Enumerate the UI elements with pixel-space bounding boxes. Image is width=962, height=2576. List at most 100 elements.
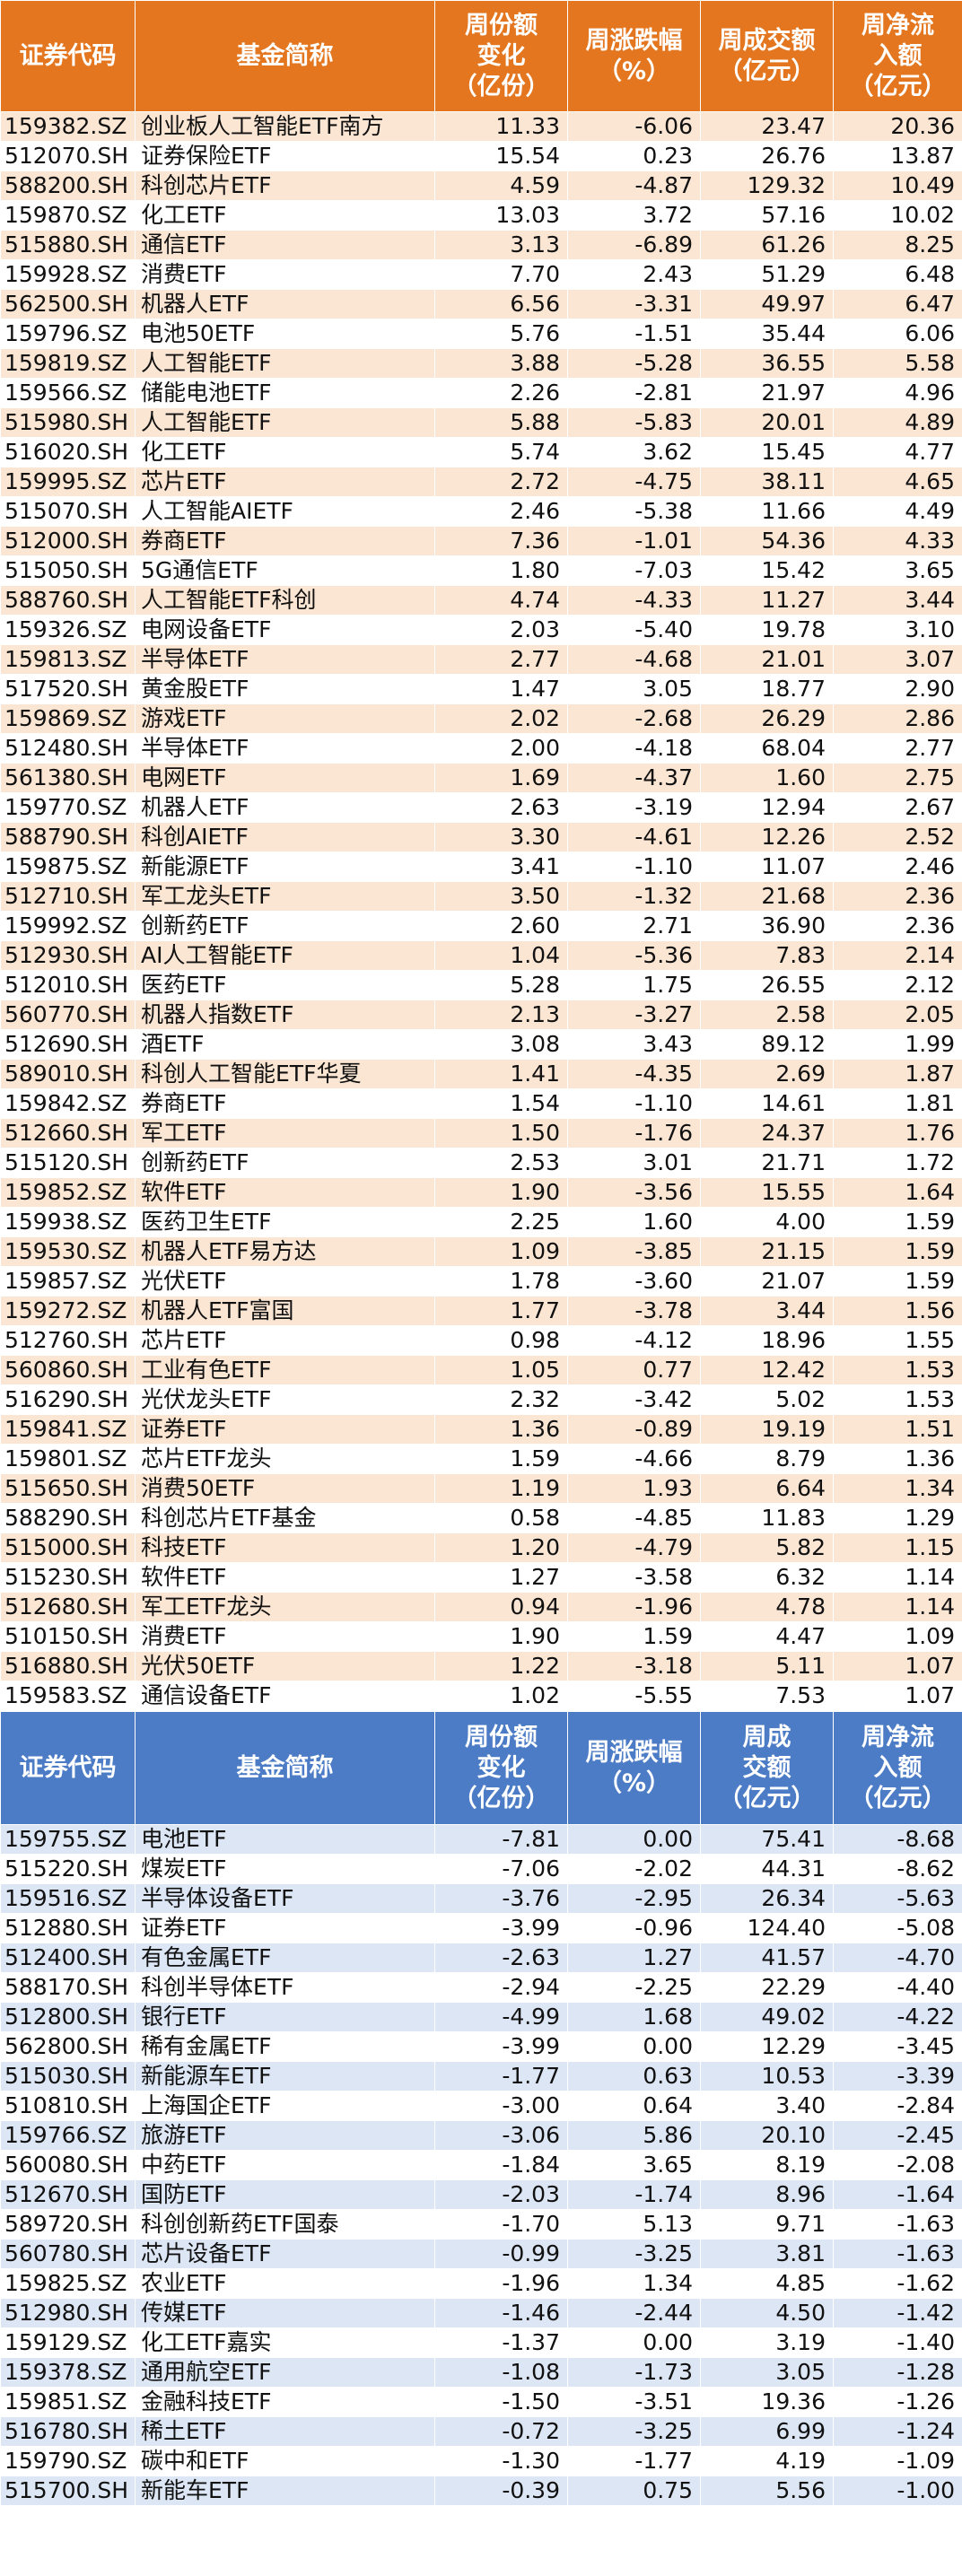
weekly-turnover-cell: 5.02 [700, 1384, 834, 1415]
weekly-change-pct-cell: -6.06 [567, 111, 701, 142]
weekly-change-pct-cell: -3.18 [567, 1651, 701, 1681]
share-change-cell: -7.06 [434, 1854, 568, 1884]
security-code-cell: 562800.SH [0, 2031, 136, 2062]
security-code-cell: 515880.SH [0, 230, 136, 260]
share-change-cell: 3.13 [434, 230, 568, 260]
security-code-cell: 512010.SH [0, 970, 136, 1000]
security-code-cell: 517520.SH [0, 674, 136, 704]
weekly-change-pct-cell: -3.19 [567, 792, 701, 823]
fund-name-cell: 酒ETF [135, 1029, 435, 1060]
security-code-cell: 560080.SH [0, 2150, 136, 2180]
net-inflow-cell: 20.36 [833, 111, 962, 142]
fund-name-cell: 有色金属ETF [135, 1943, 435, 1973]
fund-name-cell: 碳中和ETF [135, 2446, 435, 2476]
fund-name-cell: 人工智能ETF [135, 407, 435, 438]
net-inflow-cell: 1.51 [833, 1414, 962, 1445]
share-change-cell: 2.02 [434, 703, 568, 734]
table-row: 159938.SZ 医药卫生ETF 2.25 1.60 4.00 1.59 [0, 1207, 962, 1237]
weekly-change-pct-cell: -0.96 [567, 1913, 701, 1943]
net-inflow-cell: 2.12 [833, 970, 962, 1000]
share-change-cell: -0.99 [434, 2239, 568, 2269]
weekly-change-pct-cell: 5.13 [567, 2209, 701, 2240]
fund-name-cell: 人工智能ETF科创 [135, 585, 435, 616]
security-code-cell: 560780.SH [0, 2239, 136, 2269]
weekly-change-pct-cell: -3.27 [567, 1000, 701, 1030]
fund-name-cell: 半导体ETF [135, 733, 435, 764]
fund-name-cell: 传媒ETF [135, 2298, 435, 2328]
security-code-cell: 515030.SH [0, 2061, 136, 2091]
weekly-turnover-cell: 2.58 [700, 1000, 834, 1030]
security-code-cell: 561380.SH [0, 763, 136, 793]
table-row: 561380.SH 电网ETF 1.69 -4.37 1.60 2.75 [0, 763, 962, 793]
header-fund-name: 基金简称 [135, 0, 435, 112]
security-code-cell: 512800.SH [0, 2002, 136, 2032]
weekly-change-pct-cell: -3.78 [567, 1296, 701, 1326]
weekly-turnover-cell: 21.97 [700, 378, 834, 408]
fund-name-cell: 创新药ETF [135, 911, 435, 941]
table-row: 515050.SH 5G通信ETF 1.80 -7.03 15.42 3.65 [0, 555, 962, 586]
security-code-cell: 159928.SZ [0, 259, 136, 290]
weekly-change-pct-cell: 3.62 [567, 437, 701, 467]
fund-name-cell: 通用航空ETF [135, 2357, 435, 2388]
weekly-change-pct-cell: -1.74 [567, 2179, 701, 2210]
table-row: 516290.SH 光伏龙头ETF 2.32 -3.42 5.02 1.53 [0, 1384, 962, 1415]
security-code-cell: 512690.SH [0, 1029, 136, 1060]
net-inflow-cell: -5.08 [833, 1913, 962, 1943]
fund-name-cell: 软件ETF [135, 1562, 435, 1593]
net-inflow-cell: -3.39 [833, 2061, 962, 2091]
weekly-turnover-cell: 6.99 [700, 2416, 834, 2447]
net-inflow-cell: 2.46 [833, 851, 962, 882]
fund-name-cell: 黄金股ETF [135, 674, 435, 704]
fund-name-cell: 稀有金属ETF [135, 2031, 435, 2062]
table-row: 159790.SZ 碳中和ETF -1.30 -1.77 4.19 -1.09 [0, 2446, 962, 2476]
table-row: 159813.SZ 半导体ETF 2.77 -4.68 21.01 3.07 [0, 644, 962, 675]
net-inflow-cell: -1.63 [833, 2239, 962, 2269]
weekly-turnover-cell: 1.60 [700, 763, 834, 793]
weekly-change-pct-cell: -1.32 [567, 881, 701, 912]
net-inflow-cell: 3.65 [833, 555, 962, 586]
share-change-cell: 2.46 [434, 496, 568, 527]
fund-name-cell: 科创半导体ETF [135, 1972, 435, 2003]
fund-name-cell: AI人工智能ETF [135, 940, 435, 971]
net-inflow-cell: -1.63 [833, 2209, 962, 2240]
fund-name-cell: 人工智能ETF [135, 348, 435, 379]
weekly-change-pct-cell: -2.95 [567, 1883, 701, 1914]
security-code-cell: 159516.SZ [0, 1883, 136, 1914]
weekly-change-pct-cell: -5.40 [567, 615, 701, 645]
table-row: 159819.SZ 人工智能ETF 3.88 -5.28 36.55 5.58 [0, 348, 962, 379]
weekly-change-pct-cell: 0.63 [567, 2061, 701, 2091]
weekly-change-pct-cell: -1.76 [567, 1118, 701, 1148]
security-code-cell: 588790.SH [0, 822, 136, 852]
fund-name-cell: 金融科技ETF [135, 2387, 435, 2417]
share-change-cell: 4.59 [434, 170, 568, 201]
fund-name-cell: 电网设备ETF [135, 615, 435, 645]
net-inflow-cell: 1.29 [833, 1503, 962, 1533]
weekly-change-pct-cell: -3.25 [567, 2239, 701, 2269]
share-change-cell: 2.32 [434, 1384, 568, 1415]
weekly-turnover-cell: 68.04 [700, 733, 834, 764]
fund-name-cell: 消费50ETF [135, 1473, 435, 1504]
weekly-change-pct-cell: -4.35 [567, 1059, 701, 1089]
share-change-cell: 1.05 [434, 1355, 568, 1385]
security-code-cell: 159530.SZ [0, 1236, 136, 1267]
fund-name-cell: 消费ETF [135, 1621, 435, 1652]
security-code-cell: 159992.SZ [0, 911, 136, 941]
share-change-cell: 3.30 [434, 822, 568, 852]
share-change-cell: 1.54 [434, 1088, 568, 1119]
header-share-change: 周份额 变化 （亿份） [434, 1711, 568, 1825]
weekly-turnover-cell: 35.44 [700, 319, 834, 349]
share-change-cell: 0.58 [434, 1503, 568, 1533]
table-row: 159992.SZ 创新药ETF 2.60 2.71 36.90 2.36 [0, 911, 962, 941]
fund-name-cell: 机器人指数ETF [135, 1000, 435, 1030]
table-row: 515700.SH 新能车ETF -0.39 0.75 5.56 -1.00 [0, 2476, 962, 2506]
share-change-cell: -3.06 [434, 2120, 568, 2151]
table-row: 512070.SH 证券保险ETF 15.54 0.23 26.76 13.87 [0, 141, 962, 171]
weekly-turnover-cell: 23.47 [700, 111, 834, 142]
security-code-cell: 562500.SH [0, 289, 136, 319]
net-inflow-cell: 3.07 [833, 644, 962, 675]
share-change-cell: 1.04 [434, 940, 568, 971]
security-code-cell: 515230.SH [0, 1562, 136, 1593]
weekly-turnover-cell: 3.05 [700, 2357, 834, 2388]
fund-name-cell: 机器人ETF易方达 [135, 1236, 435, 1267]
share-change-cell: -3.99 [434, 2031, 568, 2062]
